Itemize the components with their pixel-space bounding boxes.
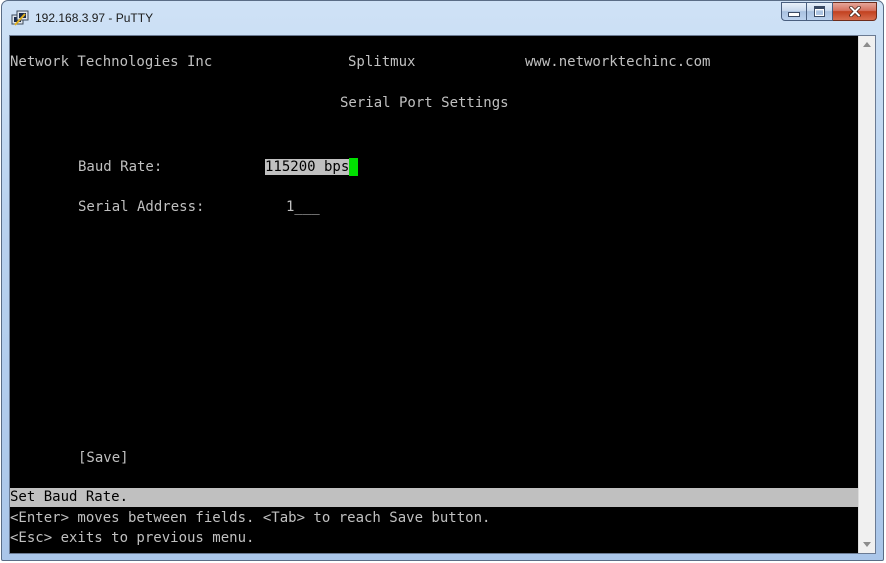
minimize-icon bbox=[788, 12, 800, 17]
maximize-icon bbox=[814, 6, 825, 17]
terminal-screen[interactable]: Network Technologies Inc Splitmux www.ne… bbox=[10, 36, 861, 553]
baud-rate-value: 115200 bps bbox=[265, 159, 350, 175]
window-title: 192.168.3.97 - PuTTY bbox=[35, 11, 154, 25]
status-bar: Set Baud Rate. bbox=[10, 488, 861, 507]
putty-window: 192.168.3.97 - PuTTY Network Technologie… bbox=[1, 0, 884, 561]
screen-title: Serial Port Settings bbox=[340, 95, 509, 111]
scroll-down-arrow-icon[interactable] bbox=[863, 542, 871, 547]
maximize-button[interactable] bbox=[807, 2, 833, 21]
vertical-scrollbar[interactable] bbox=[858, 36, 875, 553]
serial-address-label: Serial Address: bbox=[78, 199, 205, 215]
text-cursor bbox=[349, 158, 359, 176]
serial-address-field[interactable]: 1___ bbox=[286, 198, 320, 217]
baud-rate-label: Baud Rate: bbox=[78, 159, 163, 175]
close-icon bbox=[848, 6, 861, 17]
help-line-fields: <Enter> moves between fields. <Tab> to r… bbox=[10, 510, 491, 526]
header-company: Network Technologies Inc bbox=[10, 54, 213, 70]
header-website: www.networktechinc.com bbox=[525, 54, 711, 70]
status-line: Set Baud Rate. bbox=[10, 489, 129, 505]
header-product: Splitmux bbox=[348, 54, 416, 70]
terminal-client-area: Network Technologies Inc Splitmux www.ne… bbox=[9, 35, 876, 554]
minimize-button[interactable] bbox=[781, 2, 807, 21]
close-button[interactable] bbox=[833, 2, 877, 21]
scroll-up-arrow-icon[interactable] bbox=[863, 42, 871, 47]
caption-buttons bbox=[781, 2, 877, 22]
baud-rate-field[interactable]: 115200 bps bbox=[265, 158, 359, 177]
title-bar[interactable]: 192.168.3.97 - PuTTY bbox=[2, 1, 883, 35]
help-line-escape: <Esc> exits to previous menu. bbox=[10, 530, 255, 546]
putty-icon bbox=[11, 10, 29, 26]
save-button[interactable]: [Save] bbox=[78, 449, 129, 468]
